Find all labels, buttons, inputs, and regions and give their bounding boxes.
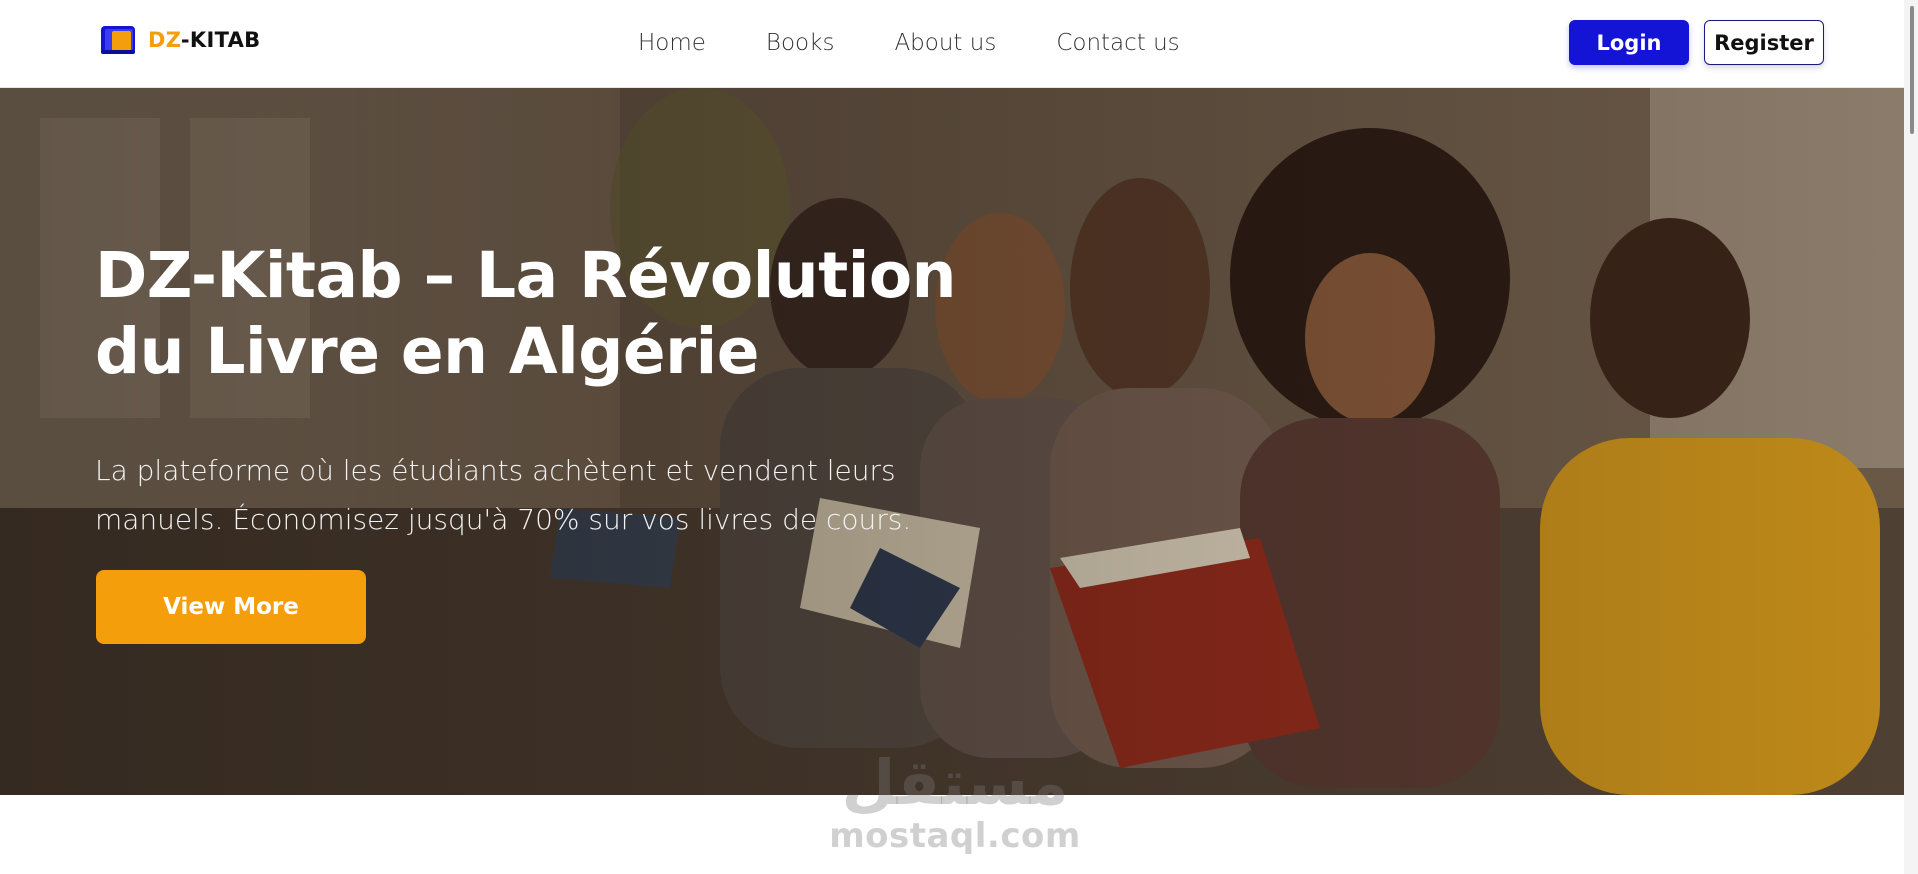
nav-link-home[interactable]: Home [638,30,706,56]
watermark-arabic: مستقل [841,746,1069,819]
hero-subtitle: La plateforme où les étudiants achètent … [95,454,912,536]
main-nav: Home Books About us Contact us [638,26,1180,60]
scrollbar-thumb[interactable] [1910,6,1914,134]
nav-link-about[interactable]: About us [894,30,996,56]
nav-link-contact[interactable]: Contact us [1056,30,1179,56]
login-button[interactable]: Login [1569,20,1689,65]
hero-overlay [0,88,1904,795]
watermark-latin: mostaql.com [829,816,1081,856]
register-button[interactable]: Register [1704,20,1824,65]
brand-suffix: -KITAB [180,28,261,52]
brand-name: DZ-KITAB [148,28,260,52]
brand-prefix: DZ [148,28,181,52]
view-more-button[interactable]: View More [96,570,366,644]
page-scrollbar[interactable] [1904,0,1918,874]
watermark: مستقل mostaql.com [800,748,1110,858]
site-header: DZ-KITAB Home Books About us Contact us … [0,0,1918,88]
book-icon [101,26,135,54]
hero-title: DZ-Kitab – La Révolution du Livre en Alg… [95,239,957,388]
brand-logo[interactable]: DZ-KITAB [100,22,260,58]
hero-section: DZ-Kitab – La Révolution du Livre en Alg… [0,88,1904,795]
nav-link-books[interactable]: Books [766,30,835,56]
